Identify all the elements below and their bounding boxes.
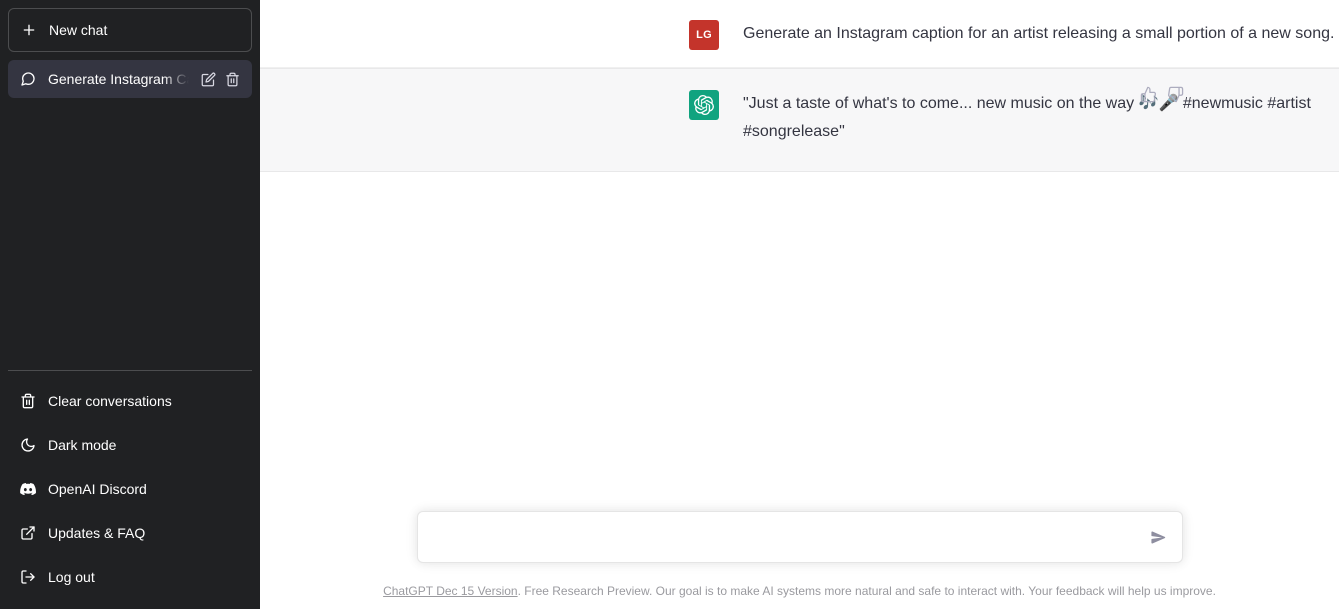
message-thread: LG Generate an Instagram caption for an … bbox=[260, 0, 1339, 511]
sidebar-item-dark-mode[interactable]: Dark mode bbox=[8, 423, 252, 467]
sidebar-item-label: Clear conversations bbox=[48, 393, 172, 409]
sidebar-item-label: Updates & FAQ bbox=[48, 525, 146, 541]
sidebar-item-label: Log out bbox=[48, 569, 95, 585]
chatgpt-app: New chat Generate Instagram Caption bbox=[0, 0, 1339, 609]
footer-disclaimer: ChatGPT Dec 15 Version. Free Research Pr… bbox=[383, 583, 1216, 609]
trash-icon[interactable] bbox=[225, 72, 240, 87]
message-icon bbox=[20, 71, 36, 87]
sidebar-item-log-out[interactable]: Log out bbox=[8, 555, 252, 599]
sidebar-item-openai-discord[interactable]: OpenAI Discord bbox=[8, 467, 252, 511]
new-chat-button[interactable]: New chat bbox=[8, 8, 252, 52]
openai-logo-icon bbox=[694, 95, 714, 115]
discord-icon bbox=[20, 481, 36, 497]
conversation-list: Generate Instagram Caption bbox=[8, 60, 252, 98]
moon-icon bbox=[20, 437, 36, 453]
edit-icon[interactable] bbox=[201, 72, 216, 87]
sidebar-item-label: OpenAI Discord bbox=[48, 481, 147, 497]
disclaimer-text: . Free Research Preview. Our goal is to … bbox=[517, 584, 1216, 598]
thumbs-down-icon[interactable] bbox=[1167, 86, 1184, 103]
sidebar-item-label: Dark mode bbox=[48, 437, 117, 453]
message-inner: "Just a taste of what's to come... new m… bbox=[260, 69, 1339, 171]
avatar: LG bbox=[689, 20, 719, 50]
send-button[interactable] bbox=[1146, 524, 1172, 550]
sidebar-item-clear-conversations[interactable]: Clear conversations bbox=[8, 379, 252, 423]
message-text: "Just a taste of what's to come... new m… bbox=[743, 95, 1311, 140]
message-row-user: LG Generate an Instagram caption for an … bbox=[260, 0, 1339, 68]
logout-icon bbox=[20, 569, 36, 585]
message-feedback-actions bbox=[1140, 86, 1184, 103]
sidebar-footer-menu: Clear conversations Dark mode OpenAI Dis… bbox=[8, 370, 252, 601]
thumbs-up-icon[interactable] bbox=[1140, 86, 1157, 103]
conversation-actions bbox=[201, 72, 240, 87]
new-chat-label: New chat bbox=[49, 22, 108, 38]
message-inner: LG Generate an Instagram caption for an … bbox=[260, 0, 1339, 67]
trash-icon bbox=[20, 393, 36, 409]
conversation-item-active[interactable]: Generate Instagram Caption bbox=[8, 60, 252, 98]
composer-zone: ChatGPT Dec 15 Version. Free Research Pr… bbox=[260, 511, 1339, 609]
message-text: Generate an Instagram caption for an art… bbox=[743, 25, 1335, 42]
avatar bbox=[689, 90, 719, 120]
message-row-assistant: "Just a taste of what's to come... new m… bbox=[260, 68, 1339, 172]
main-content: LG Generate an Instagram caption for an … bbox=[260, 0, 1339, 609]
plus-icon bbox=[21, 22, 37, 38]
sidebar: New chat Generate Instagram Caption bbox=[0, 0, 260, 609]
composer[interactable] bbox=[416, 511, 1183, 563]
version-link[interactable]: ChatGPT Dec 15 Version bbox=[383, 584, 518, 598]
send-icon bbox=[1150, 529, 1167, 546]
conversation-title: Generate Instagram Caption bbox=[48, 71, 189, 87]
message-input[interactable] bbox=[431, 525, 1138, 549]
sidebar-item-updates-faq[interactable]: Updates & FAQ bbox=[8, 511, 252, 555]
external-link-icon bbox=[20, 525, 36, 541]
